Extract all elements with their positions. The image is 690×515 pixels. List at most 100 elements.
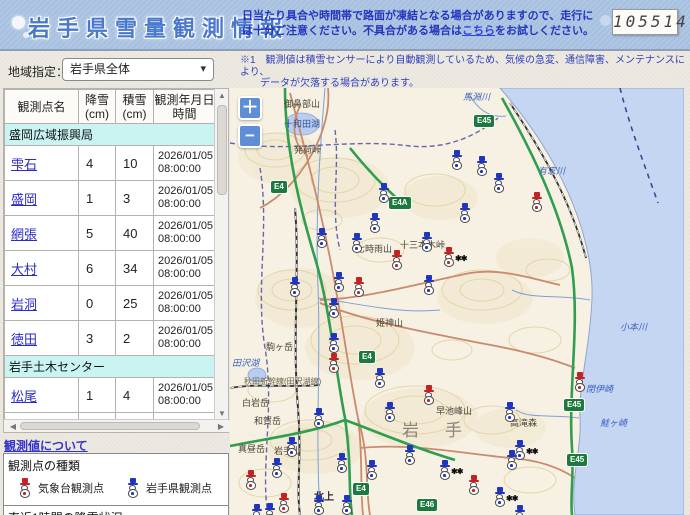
snowman-marker-blue[interactable] xyxy=(315,228,328,248)
region-select[interactable]: 岩手県全体 ▾ xyxy=(62,58,214,81)
snowman-marker-red[interactable] xyxy=(277,493,290,513)
kochira-link[interactable]: こちら xyxy=(462,25,495,37)
snowman-marker-blue[interactable] xyxy=(365,460,378,480)
expressway-shield: E4 xyxy=(352,482,370,496)
snowman-marker-red[interactable] xyxy=(390,250,403,270)
snowman-marker-blue[interactable] xyxy=(513,505,526,515)
map-label: 発荷峠 xyxy=(294,145,322,155)
sm-dot xyxy=(357,291,360,294)
scroll-up-arrow[interactable]: ▲ xyxy=(215,89,229,103)
snowman-marker-blue[interactable] xyxy=(450,150,463,170)
snowman-marker-blue[interactable] xyxy=(503,402,516,422)
header-depth-label: 積雪 xyxy=(122,92,147,107)
snowman-marker-blue[interactable] xyxy=(270,458,283,478)
header-depth: 積雪 (cm) xyxy=(115,89,154,124)
snowman-marker-blue[interactable] xyxy=(458,203,471,223)
sm-dot xyxy=(455,164,458,167)
depth-value: 3 xyxy=(115,180,154,216)
snowfall-value: 1 xyxy=(78,180,116,216)
snowman-marker-blue[interactable] xyxy=(377,183,390,203)
snowman-marker-blue[interactable] xyxy=(492,173,505,193)
station-link[interactable]: 網張 xyxy=(11,227,37,242)
snowman-marker-red[interactable] xyxy=(467,475,480,495)
snowman-marker-red[interactable] xyxy=(530,192,543,212)
snowman-marker-blue[interactable] xyxy=(422,275,435,295)
map-zoom-in-button[interactable]: ＋ xyxy=(238,96,262,120)
snowman-marker-blue[interactable] xyxy=(263,503,276,515)
snowman-marker-blue[interactable] xyxy=(288,277,301,297)
snowman-marker-red[interactable] xyxy=(327,353,340,373)
sm-body xyxy=(351,244,362,253)
snowman-marker-blue[interactable] xyxy=(312,408,325,428)
map-label: 御鼻部山 xyxy=(284,99,321,109)
station-link[interactable]: 大村 xyxy=(11,262,37,277)
snowfall-flag: ✱✱ xyxy=(451,467,463,476)
snowman-marker-red[interactable] xyxy=(422,385,435,405)
snowman-marker-blue[interactable] xyxy=(285,437,298,457)
snowman-marker-blue[interactable] xyxy=(403,445,416,465)
snowman-marker-blue[interactable] xyxy=(350,233,363,253)
snowman-marker-blue xyxy=(126,478,139,498)
obs-time: 08:00:00 xyxy=(158,233,201,245)
snowfall-flag: ✱✱ xyxy=(506,494,518,503)
station-link[interactable]: 雫石 xyxy=(11,157,37,172)
table-row: 雫石 4 10 2026/01/05 08:00:00 xyxy=(4,145,215,181)
snowman-marker-blue[interactable] xyxy=(312,495,325,515)
sm-dot xyxy=(337,286,340,289)
table-section-row: 盛岡広域振興局 xyxy=(4,123,215,146)
snowman-marker-blue[interactable] xyxy=(383,402,396,422)
snowman-marker-blue[interactable] xyxy=(340,495,353,515)
sm-dot xyxy=(518,454,521,457)
snowman-marker-blue[interactable] xyxy=(420,232,433,252)
sm-dot xyxy=(388,416,391,419)
obs-date: 2026/01/05 xyxy=(158,220,214,232)
sm-body xyxy=(494,498,505,507)
snowfall-value: 3 xyxy=(78,320,116,356)
table-header-row: 観測点名 降雪 (cm) 積雪 (cm) 観測年月日 時間 xyxy=(4,89,215,124)
about-values-link[interactable]: 観測値について xyxy=(4,439,88,453)
horizontal-scroll-thumb[interactable] xyxy=(20,422,200,430)
sm-body xyxy=(336,464,347,473)
scroll-left-arrow[interactable]: ◀ xyxy=(6,420,20,434)
table-row: 岩洞 0 25 2026/01/05 08:00:00 xyxy=(4,285,215,321)
snowman-marker-blue[interactable] xyxy=(327,298,340,318)
legend-item-jma: 気象台観測点 xyxy=(18,478,104,498)
station-link[interactable]: 岩洞 xyxy=(11,297,37,312)
snowman-marker-blue[interactable] xyxy=(335,453,348,473)
header-name: 観測点名 xyxy=(4,89,79,124)
snowman-marker-blue[interactable] xyxy=(368,213,381,233)
sm-body xyxy=(423,396,434,405)
snowman-marker-blue[interactable] xyxy=(250,504,263,515)
snowman-marker-blue[interactable] xyxy=(505,450,518,470)
vertical-scroll-thumb[interactable] xyxy=(217,105,227,195)
station-link[interactable]: 松尾 xyxy=(11,389,37,404)
snowman-marker-red[interactable] xyxy=(573,372,586,392)
snowman-marker-blue[interactable] xyxy=(327,333,340,353)
expressway-shield: E45 xyxy=(473,114,496,128)
snowman-marker-blue[interactable] xyxy=(373,368,386,388)
snowman-marker-blue[interactable] xyxy=(332,272,345,292)
snowman-marker-blue[interactable] xyxy=(475,156,488,176)
snowman-marker-red[interactable]: ✱✱ xyxy=(442,247,467,267)
snowman-marker-red[interactable] xyxy=(244,470,257,490)
access-counter: 105514 xyxy=(612,9,686,35)
table-vertical-scrollbar[interactable]: ▲ ▼ xyxy=(214,89,228,421)
table-horizontal-scrollbar[interactable]: ◀ ▶ xyxy=(4,419,230,432)
obs-time: 08:00:00 xyxy=(158,198,201,210)
page-edge xyxy=(684,88,690,515)
scroll-right-arrow[interactable]: ▶ xyxy=(214,420,228,434)
sm-dot xyxy=(282,507,285,510)
sm-body xyxy=(574,383,585,392)
snowman-marker-blue[interactable]: ✱✱ xyxy=(438,460,463,480)
obs-datetime: 2026/01/05 08:00:00 xyxy=(153,285,215,321)
station-link[interactable]: 盛岡 xyxy=(11,192,37,207)
sm-dot xyxy=(535,206,538,209)
sm-body xyxy=(476,167,487,176)
snowman-marker-red[interactable] xyxy=(352,277,365,297)
obs-datetime: 2026/01/05 08:00:00 xyxy=(153,215,215,251)
station-link[interactable]: 徳田 xyxy=(11,332,37,347)
map-zoom-out-button[interactable]: − xyxy=(238,124,262,148)
obs-datetime: 2026/01/05 08:00:00 xyxy=(153,320,215,356)
snowman-marker-blue[interactable]: ✱✱ xyxy=(493,487,518,507)
map-canvas[interactable]: 御鼻部山十和田湖発荷峠馬淵川有家川小本川七時雨山十三本木峠姫神山岩手山早池峰山高… xyxy=(230,88,684,515)
